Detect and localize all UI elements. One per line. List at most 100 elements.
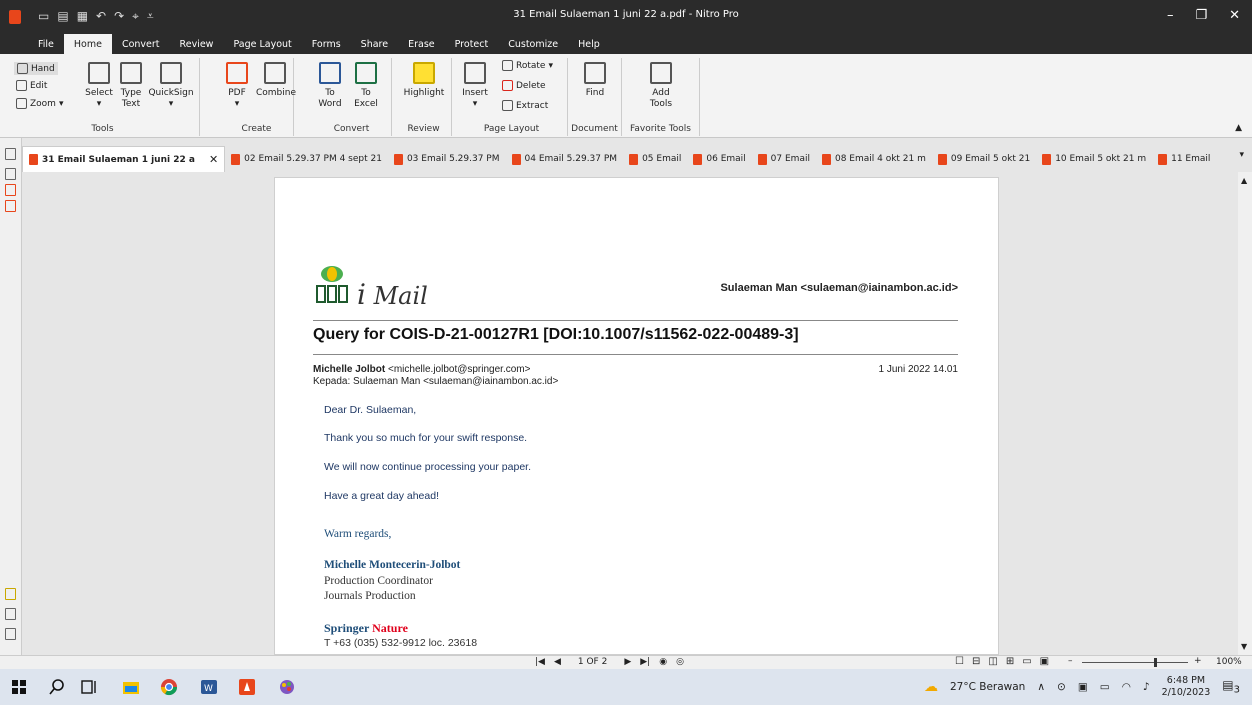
view-mode-buttons: ☐ ⊟ ◫ ⊞ ▭ ▣ [955, 656, 1049, 667]
tab-share[interactable]: Share [351, 34, 398, 54]
facing-page-icon[interactable]: ◫ [988, 656, 997, 667]
battery-icon[interactable]: ▭ [1100, 681, 1110, 693]
chevron-up-icon[interactable]: ∧ [1037, 681, 1045, 693]
single-page-icon[interactable]: ☐ [955, 656, 964, 667]
pdf-file-icon [393, 153, 403, 165]
vertical-scrollbar[interactable]: ▲ ▼ [1238, 172, 1252, 655]
tab-home[interactable]: Home [63, 34, 112, 54]
forward-view-icon[interactable]: ◎ [676, 657, 684, 667]
zoom-slider-thumb[interactable] [1154, 658, 1157, 667]
tab-page-layout[interactable]: Page Layout [223, 34, 301, 54]
wifi-icon[interactable]: ◠ [1122, 681, 1131, 693]
chrome-icon[interactable] [160, 678, 178, 696]
pdf-button[interactable]: PDF ▾ [224, 62, 250, 110]
pdf-file-icon [937, 153, 947, 165]
facing-continuous-icon[interactable]: ⊞ [1006, 656, 1014, 667]
window-title: 31 Email Sulaeman 1 juni 22 a.pdf - Nitr… [513, 9, 739, 20]
notifications-icon[interactable]: ▤3 [1222, 678, 1240, 695]
doc-tab[interactable]: 06 Email [687, 146, 751, 172]
next-page-icon[interactable]: ▶ [624, 657, 631, 667]
doc-tab[interactable]: 07 Email [752, 146, 816, 172]
tab-erase[interactable]: Erase [398, 34, 445, 54]
combine-button[interactable]: Combine [256, 62, 296, 99]
zoom-in-button[interactable]: + [1194, 656, 1202, 666]
weather-icon[interactable]: ☁ [924, 679, 938, 695]
doc-tab[interactable]: 03 Email 5.29.37 PM [388, 146, 506, 172]
quicksign-button[interactable]: QuickSign ▾ [146, 62, 196, 110]
doc-tab[interactable]: 10 Email 5 okt 21 m [1036, 146, 1152, 172]
text-icon [120, 62, 142, 84]
minimize-button[interactable]: – [1167, 8, 1174, 23]
hand-tool[interactable]: Hand [14, 62, 58, 75]
cursor-icon [88, 62, 110, 84]
continuous-page-icon[interactable]: ⊟ [972, 656, 980, 667]
doc-tab[interactable]: 09 Email 5 okt 21 [932, 146, 1036, 172]
full-screen-icon[interactable]: ▣ [1040, 656, 1049, 667]
weather-text[interactable]: 27°C Berawan [950, 681, 1025, 693]
nitro-pro-taskbar-icon[interactable] [238, 678, 256, 696]
tab-review[interactable]: Review [170, 34, 224, 54]
pages-icon[interactable] [5, 148, 16, 160]
network-app-icon[interactable]: ⊙ [1057, 681, 1066, 693]
bookmarks-icon[interactable] [5, 168, 16, 180]
tab-file[interactable]: File [28, 34, 64, 54]
zoom-out-button[interactable]: – [1068, 656, 1073, 666]
tab-protect[interactable]: Protect [445, 34, 499, 54]
tab-help[interactable]: Help [568, 34, 610, 54]
page-indicator[interactable]: 1 OF 2 [578, 657, 607, 667]
select-button[interactable]: Select ▾ [84, 62, 114, 110]
scroll-up-icon[interactable]: ▲ [1241, 176, 1247, 185]
delete-button[interactable]: Delete [502, 80, 546, 91]
security-icon[interactable] [5, 200, 16, 212]
to-excel-button[interactable]: To Excel [352, 62, 380, 110]
zoom-slider[interactable] [1082, 662, 1188, 663]
restore-button[interactable]: ❐ [1195, 8, 1207, 23]
last-page-icon[interactable]: ▶| [640, 657, 650, 667]
paint-app-icon[interactable] [278, 678, 296, 696]
add-tools-button[interactable]: Add Tools [646, 62, 676, 110]
doc-tab[interactable]: 11 Email [1152, 146, 1216, 172]
edit-tool[interactable]: Edit [16, 80, 47, 91]
scroll-down-icon[interactable]: ▼ [1241, 642, 1247, 651]
tab-forms[interactable]: Forms [302, 34, 351, 54]
attachments-icon[interactable] [5, 184, 16, 196]
output-icon[interactable] [5, 628, 16, 640]
insert-button[interactable]: Insert ▾ [460, 62, 490, 110]
first-page-icon[interactable]: |◀ [535, 657, 545, 667]
find-button[interactable]: Find [580, 62, 610, 99]
tab-customize[interactable]: Customize [498, 34, 568, 54]
zoom-tool[interactable]: Zoom ▾ [16, 98, 63, 109]
volume-icon[interactable]: ♪ [1143, 681, 1150, 693]
tab-convert[interactable]: Convert [112, 34, 170, 54]
doc-tab[interactable]: 08 Email 4 okt 21 m [816, 146, 932, 172]
attachment-clip-icon[interactable] [5, 608, 16, 620]
pdf-icon [226, 62, 248, 84]
collapse-ribbon-icon[interactable]: ▲ [1235, 123, 1242, 133]
doc-tab[interactable]: 04 Email 5.29.37 PM [506, 146, 624, 172]
highlight-button[interactable]: Highlight [400, 62, 448, 99]
comments-icon[interactable] [5, 588, 16, 600]
display-icon[interactable]: ▣ [1078, 681, 1088, 693]
search-icon[interactable] [48, 678, 66, 696]
close-tab-icon[interactable]: ✕ [209, 153, 218, 166]
cover-page-icon[interactable]: ▭ [1022, 656, 1031, 667]
file-explorer-icon[interactable] [122, 678, 140, 696]
extract-button[interactable]: Extract [502, 100, 548, 111]
clock[interactable]: 6:48 PM 2/10/2023 [1162, 675, 1211, 699]
close-button[interactable]: ✕ [1229, 8, 1240, 23]
rotate-button[interactable]: Rotate ▾ [502, 60, 553, 71]
task-view-icon[interactable] [80, 678, 98, 696]
word-icon[interactable]: W [200, 678, 218, 696]
imail-logo: i Mail [315, 264, 450, 312]
doc-tab[interactable]: 05 Email [623, 146, 687, 172]
back-view-icon[interactable]: ◉ [659, 657, 667, 667]
to-word-button[interactable]: To Word [316, 62, 344, 110]
email-regards: Warm regards, [324, 528, 392, 540]
doc-tab[interactable]: 02 Email 5.29.37 PM 4 sept 21 [225, 146, 388, 172]
type-text-button[interactable]: Type Text [118, 62, 144, 110]
prev-page-icon[interactable]: ◀ [554, 657, 561, 667]
tab-list-dropdown-icon[interactable]: ▾ [1239, 150, 1244, 160]
document-tabs: 31 Email Sulaeman 1 juni 22 a ✕ 02 Email … [22, 146, 1252, 172]
doc-tab[interactable]: 31 Email Sulaeman 1 juni 22 a ✕ [22, 146, 226, 172]
windows-start-icon[interactable] [10, 678, 28, 696]
